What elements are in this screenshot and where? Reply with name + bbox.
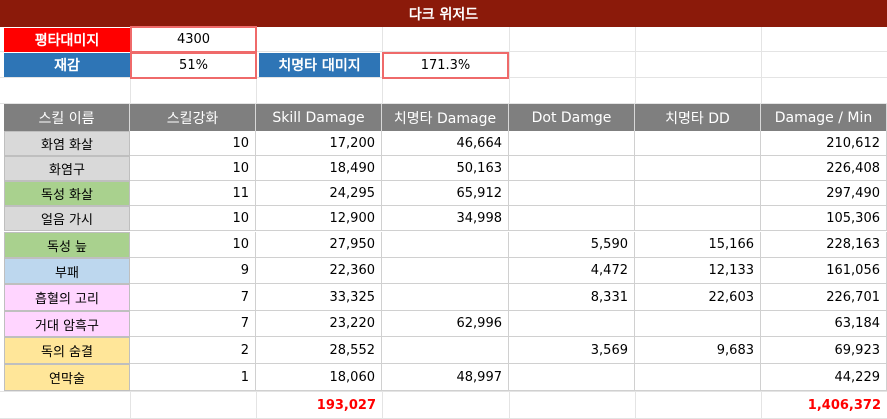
skill-name-cell[interactable]: 독성 늪 xyxy=(4,232,130,258)
skill-name-cell[interactable]: 독의 숨결 xyxy=(4,337,130,364)
crit-dd-cell[interactable] xyxy=(635,131,761,156)
skill-damage-cell[interactable]: 17,200 xyxy=(256,131,382,156)
crit-dd-cell[interactable]: 12,133 xyxy=(635,258,761,284)
damage-per-min-cell[interactable]: 44,229 xyxy=(761,364,887,391)
enhance-cell[interactable]: 2 xyxy=(130,337,256,364)
dot-damage-cell[interactable]: 3,569 xyxy=(509,337,635,364)
dot-damage-cell[interactable] xyxy=(509,156,635,181)
crit-damage-cell[interactable] xyxy=(382,284,509,311)
skill-damage-cell[interactable]: 28,552 xyxy=(256,337,382,364)
sheet-title: 다크 위저드 xyxy=(0,0,887,27)
damage-per-min-cell[interactable]: 105,306 xyxy=(761,206,887,231)
skill-damage-cell[interactable]: 18,060 xyxy=(256,364,382,391)
skill-name-cell[interactable]: 부패 xyxy=(4,258,130,284)
enhance-cell[interactable]: 9 xyxy=(130,258,256,284)
enhance-cell[interactable]: 10 xyxy=(130,232,256,258)
header-enhance: 스킬강화 xyxy=(130,104,256,131)
damage-per-min-cell[interactable]: 297,490 xyxy=(761,181,887,206)
crit-damage-cell[interactable]: 50,163 xyxy=(382,156,509,181)
dot-damage-cell[interactable]: 5,590 xyxy=(509,232,635,258)
damage-per-min-cell[interactable]: 226,701 xyxy=(761,284,887,311)
header-dot-damage: Dot Damge xyxy=(509,104,635,131)
sheet-title-text: 다크 위저드 xyxy=(408,6,479,23)
skill-damage-cell[interactable]: 27,950 xyxy=(256,232,382,258)
crit-damage-cell[interactable]: 34,998 xyxy=(382,206,509,231)
enhance-cell[interactable]: 7 xyxy=(130,284,256,311)
crit-dd-cell[interactable] xyxy=(635,311,761,337)
damage-per-min-cell[interactable]: 63,184 xyxy=(761,311,887,337)
skill-name-cell[interactable]: 거대 암흑구 xyxy=(4,311,130,337)
damage-per-min-cell[interactable]: 69,923 xyxy=(761,337,887,364)
dot-damage-cell[interactable] xyxy=(509,181,635,206)
dot-damage-cell[interactable]: 8,331 xyxy=(509,284,635,311)
dot-damage-cell[interactable] xyxy=(509,131,635,156)
skill-damage-cell[interactable]: 22,360 xyxy=(256,258,382,284)
reduction-label: 재감 xyxy=(4,53,130,77)
header-skill-damage: Skill Damage xyxy=(256,104,382,131)
skill-name-cell[interactable]: 화염구 xyxy=(4,156,130,181)
crit-dd-cell[interactable]: 15,166 xyxy=(635,232,761,258)
crit-damage-value[interactable]: 171.3% xyxy=(382,52,509,79)
enhance-cell[interactable]: 10 xyxy=(130,156,256,181)
skill-damage-cell[interactable]: 33,325 xyxy=(256,284,382,311)
crit-damage-cell[interactable] xyxy=(382,337,509,364)
header-crit-damage: 치명타 Damage xyxy=(382,104,509,131)
base-damage-label: 평타대미지 xyxy=(4,28,130,52)
skill-damage-cell[interactable]: 24,295 xyxy=(256,181,382,206)
skill-damage-cell[interactable]: 12,900 xyxy=(256,206,382,231)
damage-per-min-cell[interactable]: 226,408 xyxy=(761,156,887,181)
damage-per-min-cell[interactable]: 161,056 xyxy=(761,258,887,284)
skill-damage-cell[interactable]: 23,220 xyxy=(256,311,382,337)
skill-name-cell[interactable]: 독성 화살 xyxy=(4,181,130,206)
total-skill-damage[interactable]: 193,027 xyxy=(256,392,382,419)
crit-damage-cell[interactable]: 48,997 xyxy=(382,364,509,391)
enhance-cell[interactable]: 11 xyxy=(130,181,256,206)
skill-name-cell[interactable]: 얼음 가시 xyxy=(4,206,130,231)
crit-damage-label: 치명타 대미지 xyxy=(259,53,380,77)
crit-dd-cell[interactable] xyxy=(635,206,761,231)
skill-damage-cell[interactable]: 18,490 xyxy=(256,156,382,181)
enhance-cell[interactable]: 10 xyxy=(130,206,256,231)
enhance-cell[interactable]: 1 xyxy=(130,364,256,391)
dot-damage-cell[interactable] xyxy=(509,206,635,231)
damage-per-min-cell[interactable]: 228,163 xyxy=(761,232,887,258)
dot-damage-cell[interactable] xyxy=(509,364,635,391)
crit-dd-cell[interactable] xyxy=(635,156,761,181)
enhance-cell[interactable]: 7 xyxy=(130,311,256,337)
total-damage-per-min[interactable]: 1,406,372 xyxy=(761,392,887,419)
reduction-value[interactable]: 51% xyxy=(130,52,257,79)
skill-name-cell[interactable]: 연막술 xyxy=(4,364,130,391)
damage-per-min-cell[interactable]: 210,612 xyxy=(761,131,887,156)
crit-damage-cell[interactable] xyxy=(382,258,509,284)
enhance-cell[interactable]: 10 xyxy=(130,131,256,156)
header-skill-name: 스킬 이름 xyxy=(4,104,130,131)
crit-damage-cell[interactable] xyxy=(382,232,509,258)
skill-name-cell[interactable]: 흡혈의 고리 xyxy=(4,284,130,311)
skill-name-cell[interactable]: 화염 화살 xyxy=(4,131,130,156)
crit-dd-cell[interactable]: 9,683 xyxy=(635,337,761,364)
crit-damage-cell[interactable]: 46,664 xyxy=(382,131,509,156)
crit-dd-cell[interactable] xyxy=(635,364,761,391)
crit-dd-cell[interactable]: 22,603 xyxy=(635,284,761,311)
base-damage-value[interactable]: 4300 xyxy=(130,26,257,53)
header-damage-per-min: Damage / Min xyxy=(761,104,887,131)
dot-damage-cell[interactable]: 4,472 xyxy=(509,258,635,284)
header-crit-dd: 치명타 DD xyxy=(635,104,761,131)
dot-damage-cell[interactable] xyxy=(509,311,635,337)
crit-damage-cell[interactable]: 65,912 xyxy=(382,181,509,206)
crit-damage-cell[interactable]: 62,996 xyxy=(382,311,509,337)
crit-dd-cell[interactable] xyxy=(635,181,761,206)
